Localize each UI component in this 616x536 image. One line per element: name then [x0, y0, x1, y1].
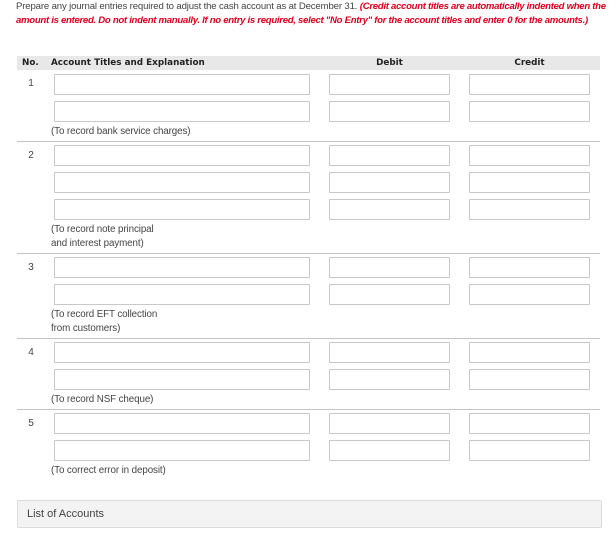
account-title-input[interactable] [54, 145, 310, 166]
journal-entry: 1 (To record bank service charges) [17, 70, 600, 142]
account-title-input[interactable] [54, 257, 310, 278]
credit-amount-input[interactable] [469, 284, 590, 305]
entry-line [17, 440, 600, 461]
instructions-text: Prepare any journal entries required to … [16, 1, 358, 12]
debit-amount-input[interactable] [329, 74, 450, 95]
credit-amount-input[interactable] [469, 413, 590, 434]
entry-explanation: (To record NSF cheque) [51, 393, 600, 409]
debit-amount-input[interactable] [329, 199, 450, 220]
journal-entry: 2 (To record note principal and interest p… [17, 142, 600, 254]
entry-explanation: (To record bank service charges) [51, 125, 600, 141]
debit-amount-input[interactable] [329, 440, 450, 461]
entry-line [17, 74, 600, 95]
entry-line [17, 342, 600, 363]
debit-amount-input[interactable] [329, 145, 450, 166]
explanation-line: (To record note principal [51, 224, 154, 235]
debit-amount-input[interactable] [329, 257, 450, 278]
entry-line [17, 199, 600, 220]
entry-line [17, 101, 600, 122]
debit-amount-input[interactable] [329, 342, 450, 363]
entry-explanation: (To record EFT collection from customers) [51, 308, 600, 338]
debit-amount-input[interactable] [329, 369, 450, 390]
instructions: Prepare any journal entries required to … [16, 0, 608, 28]
account-title-input[interactable] [54, 440, 310, 461]
entry-line [17, 284, 600, 305]
account-title-input[interactable] [54, 284, 310, 305]
entries: 1 (To record bank service charges) 2 (To re… [17, 70, 600, 480]
entry-line [17, 172, 600, 193]
list-of-accounts-button[interactable]: List of Accounts [17, 500, 602, 528]
entry-line [17, 369, 600, 390]
explanation-line: and interest payment) [51, 238, 144, 249]
journal-entry: 5 (To correct error in deposit) [17, 410, 600, 480]
credit-amount-input[interactable] [469, 74, 590, 95]
header-credit: Credit [514, 58, 545, 68]
debit-amount-input[interactable] [329, 101, 450, 122]
account-title-input[interactable] [54, 74, 310, 95]
entry-explanation: (To correct error in deposit) [51, 464, 600, 480]
explanation-line: (To record bank service charges) [51, 126, 191, 137]
explanation-line: (To record EFT collection [51, 309, 158, 320]
entry-line [17, 257, 600, 278]
account-title-input[interactable] [54, 369, 310, 390]
account-title-input[interactable] [54, 172, 310, 193]
credit-amount-input[interactable] [469, 145, 590, 166]
account-title-input[interactable] [54, 199, 310, 220]
debit-amount-input[interactable] [329, 284, 450, 305]
entry-explanation: (To record note principal and interest pa… [51, 223, 600, 253]
table-header: No. Account Titles and Explanation Debit… [17, 56, 600, 70]
credit-amount-input[interactable] [469, 440, 590, 461]
credit-amount-input[interactable] [469, 257, 590, 278]
account-title-input[interactable] [54, 413, 310, 434]
header-no: No. [22, 58, 39, 68]
journal-entry: 4 (To record NSF cheque) [17, 339, 600, 410]
header-account-titles: Account Titles and Explanation [51, 58, 205, 68]
explanation-line: (To record NSF cheque) [51, 394, 154, 405]
account-title-input[interactable] [54, 342, 310, 363]
entry-line [17, 145, 600, 166]
explanation-line: (To correct error in deposit) [51, 465, 166, 476]
credit-amount-input[interactable] [469, 101, 590, 122]
credit-amount-input[interactable] [469, 342, 590, 363]
debit-amount-input[interactable] [329, 172, 450, 193]
account-title-input[interactable] [54, 101, 310, 122]
journal-entry: 3 (To record EFT collection from customers… [17, 254, 600, 339]
credit-amount-input[interactable] [469, 369, 590, 390]
journal-entry-table: No. Account Titles and Explanation Debit… [17, 56, 600, 480]
explanation-line: from customers) [51, 323, 121, 334]
credit-amount-input[interactable] [469, 172, 590, 193]
list-of-accounts-label: List of Accounts [27, 508, 105, 520]
header-debit: Debit [376, 58, 403, 68]
entry-line [17, 413, 600, 434]
debit-amount-input[interactable] [329, 413, 450, 434]
credit-amount-input[interactable] [469, 199, 590, 220]
